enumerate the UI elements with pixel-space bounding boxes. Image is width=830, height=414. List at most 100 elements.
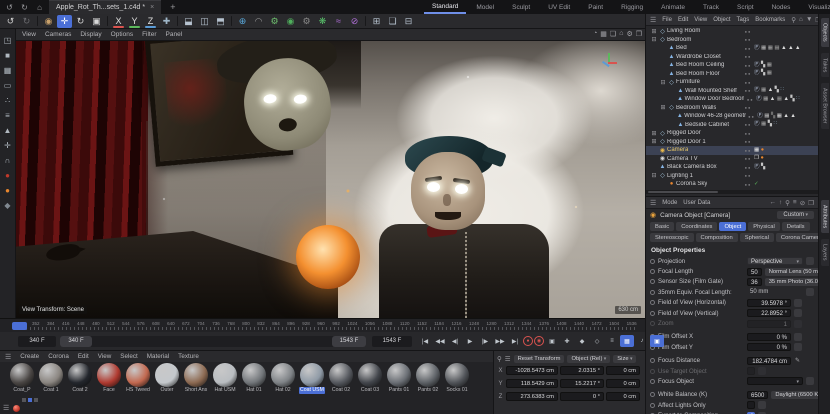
tag-icon[interactable]: ▲ <box>795 45 800 52</box>
layout-tab[interactable]: Sculpt <box>504 2 538 13</box>
close-tab-icon[interactable]: × <box>150 4 154 11</box>
visibility-dots[interactable]: ●● <box>746 114 757 119</box>
layout-tab[interactable]: Model <box>468 2 502 13</box>
rotation-field[interactable]: 0 ° <box>560 392 604 401</box>
tag-icon[interactable]: ▲ <box>770 96 775 103</box>
position-field[interactable]: 273.6383 cm <box>506 392 558 401</box>
expander-icon[interactable]: ⊞ <box>650 130 658 137</box>
y-axis-lock-icon[interactable]: Y <box>127 15 142 28</box>
attribute-value-field[interactable] <box>747 377 803 386</box>
tag-icon[interactable]: ▚ <box>771 113 775 120</box>
redo-history-icon[interactable]: ↻ <box>19 3 30 12</box>
solo-toggle-button[interactable]: ▣ <box>650 335 664 347</box>
visibility-dots[interactable]: ●● <box>742 71 754 76</box>
material-item[interactable]: Coat 2 <box>66 362 94 396</box>
coordinate-mode-dropdown[interactable]: Object (Rel) <box>567 354 611 363</box>
object-tree-row[interactable]: ▲ Bed Room Ceiling ●● Ⓟ ▚ ▦ <box>646 61 818 70</box>
add-keyframe-button[interactable]: ✚ <box>560 335 574 347</box>
attribute-tab[interactable]: Details <box>781 222 810 231</box>
object-tree-row[interactable]: ▲ Window 46-28 geometry ●● Ⓟ ▦ ▚ ▦ ▲ ▲ <box>646 112 818 121</box>
end-frame-field[interactable]: 1543 F <box>372 335 412 347</box>
visibility-dots[interactable]: ●● <box>742 80 754 85</box>
object-tree-row[interactable]: ▲ Black Camera Box ●● Ⓟ ▚ <box>646 163 818 172</box>
tag-icon[interactable]: ▲ <box>783 96 788 103</box>
layout-tab[interactable]: Nodes <box>764 2 799 13</box>
side-tab[interactable]: Layers <box>820 239 829 266</box>
attribute-manager-menu[interactable]: Mode <box>662 200 677 206</box>
size-field[interactable]: 0 cm <box>606 366 640 375</box>
keyframe-dot[interactable] <box>650 258 655 264</box>
object-tree-row[interactable]: ◉ Camera ●● ▦ ● <box>646 146 818 155</box>
visibility-dots[interactable]: ●● <box>742 122 754 127</box>
render-settings-icon[interactable]: ⬒ <box>213 15 228 28</box>
attribute-value-field[interactable]: 36 <box>747 277 762 286</box>
viewport-menu[interactable]: Display <box>80 31 101 38</box>
keyframe-dot[interactable] <box>650 358 655 364</box>
layout-tab[interactable]: Paint <box>580 2 611 13</box>
tag-icon[interactable]: ● <box>760 155 763 162</box>
rotate-tool-icon[interactable]: ↻ <box>73 15 88 28</box>
material-menu[interactable]: View <box>98 353 112 360</box>
tag-icon[interactable]: Ⓟ <box>754 87 760 94</box>
object-manager-menu[interactable]: File <box>662 17 672 23</box>
tag-icon[interactable]: ▦ <box>768 45 773 52</box>
enable-axis-icon[interactable]: ✛ <box>4 142 11 150</box>
burger-menu-icon[interactable]: ☰ <box>505 355 511 363</box>
green-gear-icon[interactable]: ⚙ <box>267 15 282 28</box>
key-position-button[interactable]: ◆ <box>575 335 589 347</box>
scale-tool-icon[interactable]: ▣ <box>89 15 104 28</box>
search-icon[interactable]: ⚲ <box>791 16 796 24</box>
size-field[interactable]: 0 cm <box>606 392 640 401</box>
material-item[interactable]: Hat 01 <box>240 362 268 396</box>
extrude-icon[interactable]: ❏ <box>385 15 400 28</box>
position-field[interactable]: 118.5429 cm <box>506 379 558 388</box>
tag-icon[interactable]: ▦ <box>767 62 772 69</box>
prev-frame-button[interactable]: ◀| <box>448 335 462 347</box>
material-item[interactable]: Coat 1 <box>37 362 65 396</box>
current-frame-marker[interactable] <box>12 322 27 330</box>
object-tree-row[interactable]: ⊞ ◇ Rigged Door 1 ●● <box>646 138 818 147</box>
pager-dot[interactable] <box>28 398 32 402</box>
size-mode-dropdown[interactable]: Size <box>613 354 637 363</box>
tag-icon[interactable]: ▚ <box>761 70 765 77</box>
visibility-dots[interactable]: ●● <box>742 156 754 161</box>
key-scale-button[interactable]: ◇ <box>590 335 604 347</box>
attribute-value-field[interactable] <box>747 367 755 376</box>
keyframe-dot[interactable] <box>650 402 655 408</box>
texture-mode-icon[interactable]: ▦ <box>4 67 12 75</box>
tag-icon[interactable]: ∷ <box>796 96 800 103</box>
misc-tool-icon[interactable]: ◆ <box>4 202 10 210</box>
coordinate-system-icon[interactable]: ✚ <box>159 15 174 28</box>
pager-dot[interactable] <box>22 398 26 402</box>
attribute-tab[interactable]: Basic <box>650 222 675 231</box>
attribute-tab[interactable]: Composition <box>695 233 738 242</box>
material-menu[interactable]: Texture <box>178 353 199 360</box>
attribute-extra-field[interactable] <box>806 377 814 386</box>
tag-icon[interactable]: ▦ <box>777 113 782 120</box>
attribute-tab[interactable]: Stereoscopic <box>650 233 694 242</box>
material-item[interactable]: Outer <box>153 362 181 396</box>
edges-mode-icon[interactable]: ≡ <box>5 112 10 120</box>
material-menu[interactable]: Corona <box>48 353 69 360</box>
material-menu[interactable]: Create <box>20 353 39 360</box>
expander-icon[interactable]: ⊞ <box>650 138 658 145</box>
grid-icon[interactable]: ▦ <box>600 30 607 38</box>
keyframe-dot[interactable] <box>650 368 655 374</box>
pager-dot[interactable] <box>34 398 38 402</box>
tag-icon[interactable]: ▚ <box>761 164 765 171</box>
attribute-manager-menu[interactable]: User Data <box>683 200 710 206</box>
viewport-menu[interactable]: Cameras <box>45 31 71 38</box>
tag-icon[interactable]: Ⓟ <box>754 45 760 52</box>
attribute-extra-field[interactable] <box>758 401 766 410</box>
object-tree-row[interactable]: ▲ Window Door Bedroom ●● Ⓟ ▦ ▲ ▦ ▲ ▚ ∷ <box>646 95 818 104</box>
keyframe-dot[interactable] <box>650 300 655 306</box>
expander-icon[interactable]: ⊟ <box>659 79 667 86</box>
tag-icon[interactable]: Ⓟ <box>754 164 760 171</box>
tag-icon[interactable]: ▦ <box>761 121 766 128</box>
object-manager-menu[interactable]: Tags <box>737 17 750 23</box>
attribute-value-field[interactable]: 50 <box>747 267 762 276</box>
z-axis-lock-icon[interactable]: Z <box>143 15 158 28</box>
tag-icon[interactable]: ∷ <box>773 121 777 128</box>
lock-icon[interactable]: ⊘ <box>800 199 805 207</box>
attribute-value-field[interactable]: 0 % <box>747 343 791 352</box>
